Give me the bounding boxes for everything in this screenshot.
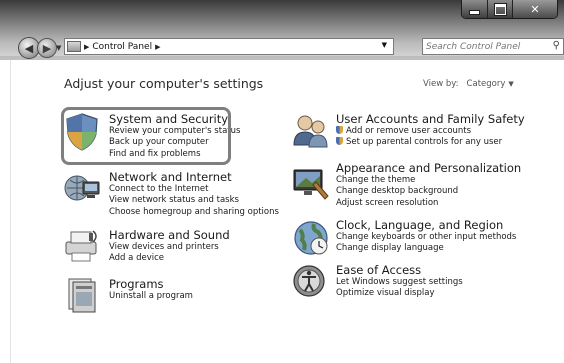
category-link[interactable]: Change display language (336, 243, 516, 254)
maximize-icon (494, 3, 506, 15)
control-panel-icon (67, 41, 81, 52)
category-link[interactable]: Optimize visual display (336, 288, 463, 299)
category-ease-of-access: Ease of Access Let Windows suggest setti… (336, 264, 463, 300)
category-title[interactable]: Clock, Language, and Region (336, 219, 516, 232)
category-link[interactable]: Connect to the Internet (109, 184, 279, 195)
close-icon: ✕ (530, 2, 540, 16)
network-internet-icon[interactable] (63, 170, 101, 206)
highlight-outline (61, 107, 231, 165)
category-title[interactable]: Programs (109, 278, 193, 291)
uac-shield-icon (336, 137, 343, 146)
breadcrumb-chevron-icon[interactable]: ▶ (84, 43, 89, 51)
chevron-down-icon[interactable]: ▼ (508, 80, 513, 88)
view-by-label: View by: (423, 79, 459, 89)
page-title: Adjust your computer's settings (64, 76, 264, 91)
category-clock-language-region: Clock, Language, and Region Change keybo… (336, 219, 516, 255)
category-title[interactable]: Ease of Access (336, 264, 463, 277)
category-link[interactable]: Adjust screen resolution (336, 198, 521, 209)
category-link[interactable]: Change the theme (336, 175, 521, 186)
category-link[interactable]: Add a device (109, 253, 230, 264)
category-link[interactable]: Choose homegroup and sharing options (109, 207, 279, 218)
category-link-text[interactable]: Set up parental controls for any user (346, 137, 502, 147)
recent-pages-dropdown[interactable]: ▼ (56, 44, 61, 52)
forward-button[interactable]: ▶ (37, 38, 57, 58)
category-link[interactable]: View devices and printers (109, 242, 230, 253)
category-link[interactable]: Change desktop background (336, 186, 521, 197)
category-link[interactable]: Set up parental controls for any user (336, 137, 525, 148)
category-hardware-sound: Hardware and Sound View devices and prin… (109, 229, 230, 265)
main-content (0, 60, 564, 363)
control-panel-window: ✕ ◀ ▶ ▼ ▶ Control Panel ▶ ▼ ↻ ⚲ Adjust y… (0, 0, 564, 363)
back-arrow-icon: ◀ (24, 41, 34, 55)
category-link[interactable]: Add or remove user accounts (336, 126, 525, 137)
address-bar[interactable]: ▶ Control Panel ▶ ▼ (64, 38, 394, 55)
category-link[interactable]: Uninstall a program (109, 291, 193, 302)
category-appearance-personalization: Appearance and Personalization Change th… (336, 162, 521, 209)
left-pane-divider (10, 60, 11, 363)
category-title[interactable]: User Accounts and Family Safety (336, 113, 525, 126)
category-link[interactable]: View network status and tasks (109, 195, 279, 206)
category-link-text[interactable]: Add or remove user accounts (346, 126, 471, 136)
search-box: ↻ ⚲ (396, 38, 564, 55)
breadcrumb-chevron-icon[interactable]: ▶ (155, 43, 160, 51)
appearance-personalization-icon[interactable] (292, 166, 330, 202)
category-title[interactable]: Network and Internet (109, 171, 279, 184)
clock-language-region-icon[interactable] (292, 218, 330, 258)
category-title[interactable]: Appearance and Personalization (336, 162, 521, 175)
category-programs: Programs Uninstall a program (109, 278, 193, 302)
hardware-sound-icon[interactable] (63, 226, 101, 264)
view-by: View by: Category ▼ (423, 79, 514, 89)
maximize-button[interactable] (487, 0, 512, 18)
programs-icon[interactable] (65, 276, 99, 314)
view-by-dropdown[interactable]: Category (467, 79, 506, 89)
search-icon[interactable]: ⚲ (553, 40, 560, 51)
user-accounts-icon[interactable] (292, 112, 330, 150)
forward-arrow-icon: ▶ (42, 41, 52, 55)
category-title[interactable]: Hardware and Sound (109, 229, 230, 242)
uac-shield-icon (336, 126, 343, 134)
category-user-accounts: User Accounts and Family Safety Add or r… (336, 113, 525, 149)
category-network-internet: Network and Internet Connect to the Inte… (109, 171, 279, 218)
category-link[interactable]: Let Windows suggest settings (336, 277, 463, 288)
close-button[interactable]: ✕ (512, 0, 557, 18)
category-link[interactable]: Change keyboards or other input methods (336, 232, 516, 243)
minimize-button[interactable] (462, 0, 487, 18)
minimize-icon (469, 9, 480, 15)
ease-of-access-icon[interactable] (292, 264, 326, 298)
address-dropdown-icon[interactable]: ▼ (382, 41, 387, 49)
search-input[interactable] (422, 38, 564, 55)
breadcrumb-control-panel[interactable]: Control Panel (92, 42, 152, 52)
caption-buttons: ✕ (461, 0, 558, 19)
